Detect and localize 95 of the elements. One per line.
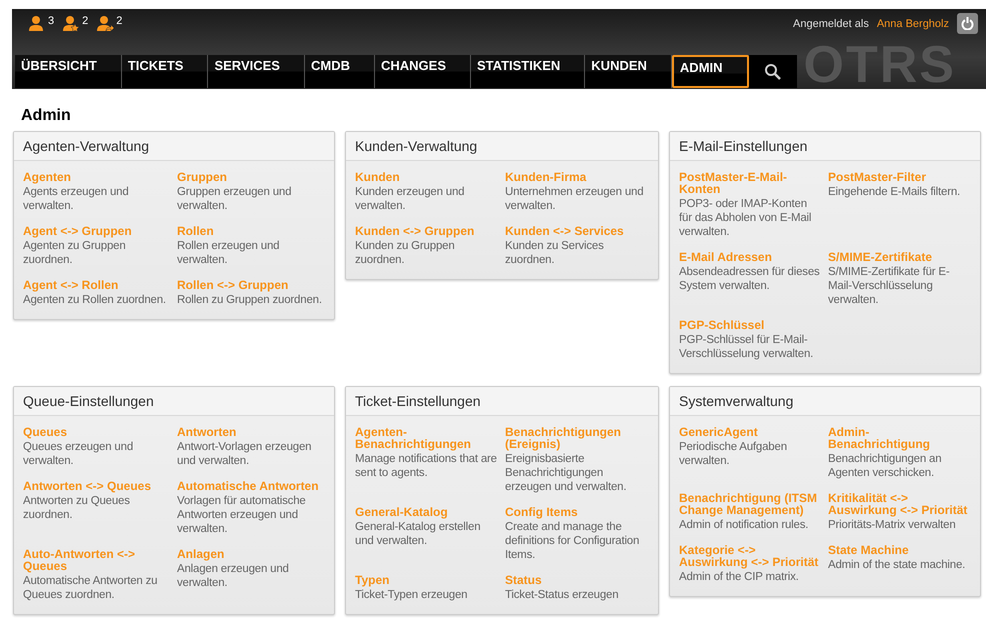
admin-link[interactable]: State Machine: [828, 544, 971, 556]
admin-link[interactable]: Agenten-Benachrichtigungen: [355, 426, 499, 450]
section-title: Agenten-Verwaltung: [14, 132, 334, 161]
admin-link[interactable]: General-Katalog: [355, 506, 499, 518]
link-description: Ticket-Typen erzeugen: [355, 588, 468, 602]
page-title: Admin: [21, 107, 72, 125]
admin-link[interactable]: Antworten <-> Queues: [23, 480, 171, 492]
link-description: Manage notifications that are sent to agents.: [355, 452, 498, 480]
admin-link[interactable]: GenericAgent: [679, 426, 822, 438]
nav-tab[interactable]: ADMIN: [672, 55, 749, 88]
link-description: POP3- oder IMAP-Konten für das Abholen von E-Mail verwalten.: [679, 197, 812, 239]
admin-link[interactable]: PGP-Schlüssel: [679, 319, 822, 331]
search-icon: [764, 62, 782, 80]
link-description: Agenten zu Gruppen zuordnen.: [23, 239, 127, 267]
toolbar-button[interactable]: 2: [62, 15, 88, 32]
toolbar-button[interactable]: 3: [28, 15, 54, 32]
logout-button[interactable]: [957, 13, 978, 34]
admin-link[interactable]: Config Items: [505, 506, 649, 518]
section-title: Systemverwaltung: [670, 387, 980, 416]
search-button[interactable]: [748, 55, 797, 88]
admin-link[interactable]: Anlagen: [177, 548, 325, 560]
link-description: Benachrichtigungen an Agenten verschicken.: [828, 452, 942, 480]
login-label: Angemeldet als: [793, 18, 869, 30]
section-title: Kunden-Verwaltung: [346, 132, 658, 161]
link-description: Absendeadressen für dieses System verwalten.: [679, 265, 821, 293]
admin-link[interactable]: Auto-Antworten <-> Queues: [23, 548, 171, 572]
link-description: Anlagen erzeugen und verwalten.: [177, 562, 290, 590]
admin-link[interactable]: Kritikalität <-> Auswirkung <-> Priorität: [828, 492, 971, 516]
link-description: Kunden erzeugen und verwalten.: [355, 185, 466, 213]
link-description: Unternehmen erzeugen und verwalten.: [505, 185, 644, 213]
nav-tab[interactable]: TICKETS: [122, 55, 208, 88]
link-description: Rollen zu Gruppen zuordnen.: [177, 293, 323, 307]
admin-link[interactable]: Gruppen: [177, 171, 325, 183]
nav-tab[interactable]: STATISTIKEN: [471, 55, 586, 88]
link-description: Create and manage the definitions for Configuration Items.: [505, 520, 640, 562]
admin-link[interactable]: Benachrichtigungen (Ereignis): [505, 426, 649, 450]
admin-link[interactable]: Kunden: [355, 171, 499, 183]
link-description: Ticket-Status erzeugen: [505, 588, 620, 602]
link-description: Vorlagen für automatische Antworten erzeugen und verwalten.: [177, 494, 307, 536]
link-description: Antwort-Vorlagen erzeugen und verwalten.: [177, 440, 312, 468]
link-description: Kunden zu Gruppen zuordnen.: [355, 239, 456, 267]
count-label: 2: [82, 15, 88, 27]
link-description: Agents erzeugen und verwalten.: [23, 185, 130, 213]
count-label: 3: [48, 15, 54, 27]
admin-link[interactable]: Kunden <-> Services: [505, 225, 649, 237]
admin-link[interactable]: Agent <-> Rollen: [23, 279, 171, 291]
admin-link[interactable]: Rollen: [177, 225, 325, 237]
link-description: Rollen erzeugen und verwalten.: [177, 239, 280, 267]
admin-link[interactable]: PostMaster-E-Mail-Konten: [679, 171, 822, 195]
admin-link[interactable]: Typen: [355, 574, 499, 586]
admin-link[interactable]: PostMaster-Filter: [828, 171, 971, 183]
power-icon: [961, 17, 974, 30]
admin-link[interactable]: Rollen <-> Gruppen: [177, 279, 325, 291]
section-title: E-Mail-Einstellungen: [670, 132, 980, 161]
admin-link[interactable]: E-Mail Adressen: [679, 251, 822, 263]
admin-link[interactable]: Kunden <-> Gruppen: [355, 225, 499, 237]
link-description: Admin of the state machine.: [828, 558, 966, 572]
link-description: PGP-Schlüssel für E-Mail-Verschlüsselung verwalten.: [679, 333, 814, 361]
person-arrow-icon: [96, 15, 116, 32]
link-description: S/MIME-Zertifikate für E-Mail-Verschlüsselung verwalten.: [828, 265, 951, 307]
admin-link[interactable]: Kunden-Firma: [505, 171, 649, 183]
toolbar-button[interactable]: 2: [96, 15, 122, 32]
nav-tab[interactable]: ÜBERSICHT: [15, 55, 122, 88]
link-description: Agenten zu Rollen zuordnen.: [23, 293, 167, 307]
nav-tab[interactable]: CMDB: [304, 55, 375, 88]
admin-link[interactable]: Queues: [23, 426, 171, 438]
admin-link[interactable]: Admin-Benachrichtigung: [828, 426, 971, 450]
admin-link[interactable]: Agenten: [23, 171, 171, 183]
section-title: Queue-Einstellungen: [14, 387, 334, 416]
admin-link[interactable]: S/MIME-Zertifikate: [828, 251, 971, 263]
link-description: Automatische Antworten zu Queues zuordnen.: [23, 574, 158, 602]
user-link[interactable]: Anna Bergholz: [876, 18, 949, 30]
admin-link[interactable]: Benachrichtigung (ITSM Change Management): [679, 492, 822, 516]
nav-tab[interactable]: KUNDEN: [585, 55, 672, 88]
nav-tab[interactable]: CHANGES: [374, 55, 471, 88]
person-star-icon: [62, 15, 82, 32]
link-description: Kunden zu Services zuordnen.: [505, 239, 605, 267]
admin-link[interactable]: Kategorie <-> Auswirkung <-> Priorität: [679, 544, 822, 568]
link-description: Ereignisbasierte Benachrichtigungen erzeugen und verwalten.: [505, 452, 628, 494]
link-description: Antworten zu Queues zuordnen.: [23, 494, 131, 522]
link-description: Prioritäts-Matrix verwalten: [828, 518, 957, 532]
admin-link[interactable]: Agent <-> Gruppen: [23, 225, 171, 237]
link-description: Queues erzeugen und verwalten.: [23, 440, 134, 468]
section-title: Ticket-Einstellungen: [346, 387, 658, 416]
link-description: General-Katalog erstellen und verwalten.: [355, 520, 482, 548]
link-description: Admin of the CIP matrix.: [679, 570, 800, 584]
admin-link[interactable]: Automatische Antworten: [177, 480, 325, 492]
nav-tab[interactable]: SERVICES: [208, 55, 305, 88]
count-label: 2: [116, 15, 122, 27]
admin-link[interactable]: Antworten: [177, 426, 325, 438]
admin-link[interactable]: Status: [505, 574, 649, 586]
link-description: Admin of notification rules.: [679, 518, 810, 532]
link-description: Periodische Aufgaben verwalten.: [679, 440, 788, 468]
link-description: Gruppen erzeugen und verwalten.: [177, 185, 292, 213]
link-description: Eingehende E-Mails filtern.: [828, 185, 962, 199]
